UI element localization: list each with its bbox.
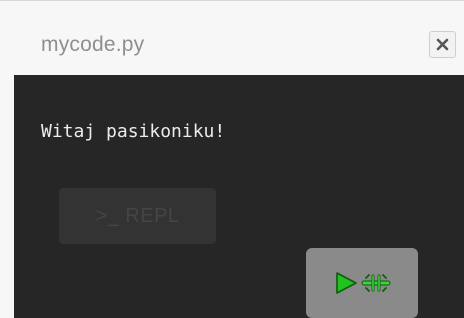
grasshopper-icon: [361, 274, 391, 292]
repl-button[interactable]: >_ REPL: [59, 188, 216, 244]
code-window: mycode.py Witaj pasikoniku! >_ REPL: [0, 0, 464, 318]
close-button[interactable]: [429, 31, 456, 58]
console-panel: Witaj pasikoniku! >_ REPL: [14, 75, 464, 318]
window-title: mycode.py: [41, 33, 145, 56]
play-icon: [336, 272, 357, 294]
close-icon: [436, 38, 449, 51]
run-button[interactable]: [306, 248, 418, 318]
window-titlebar: mycode.py: [14, 15, 464, 75]
repl-button-label: >_ REPL: [95, 204, 180, 227]
console-output: Witaj pasikoniku!: [41, 121, 226, 142]
